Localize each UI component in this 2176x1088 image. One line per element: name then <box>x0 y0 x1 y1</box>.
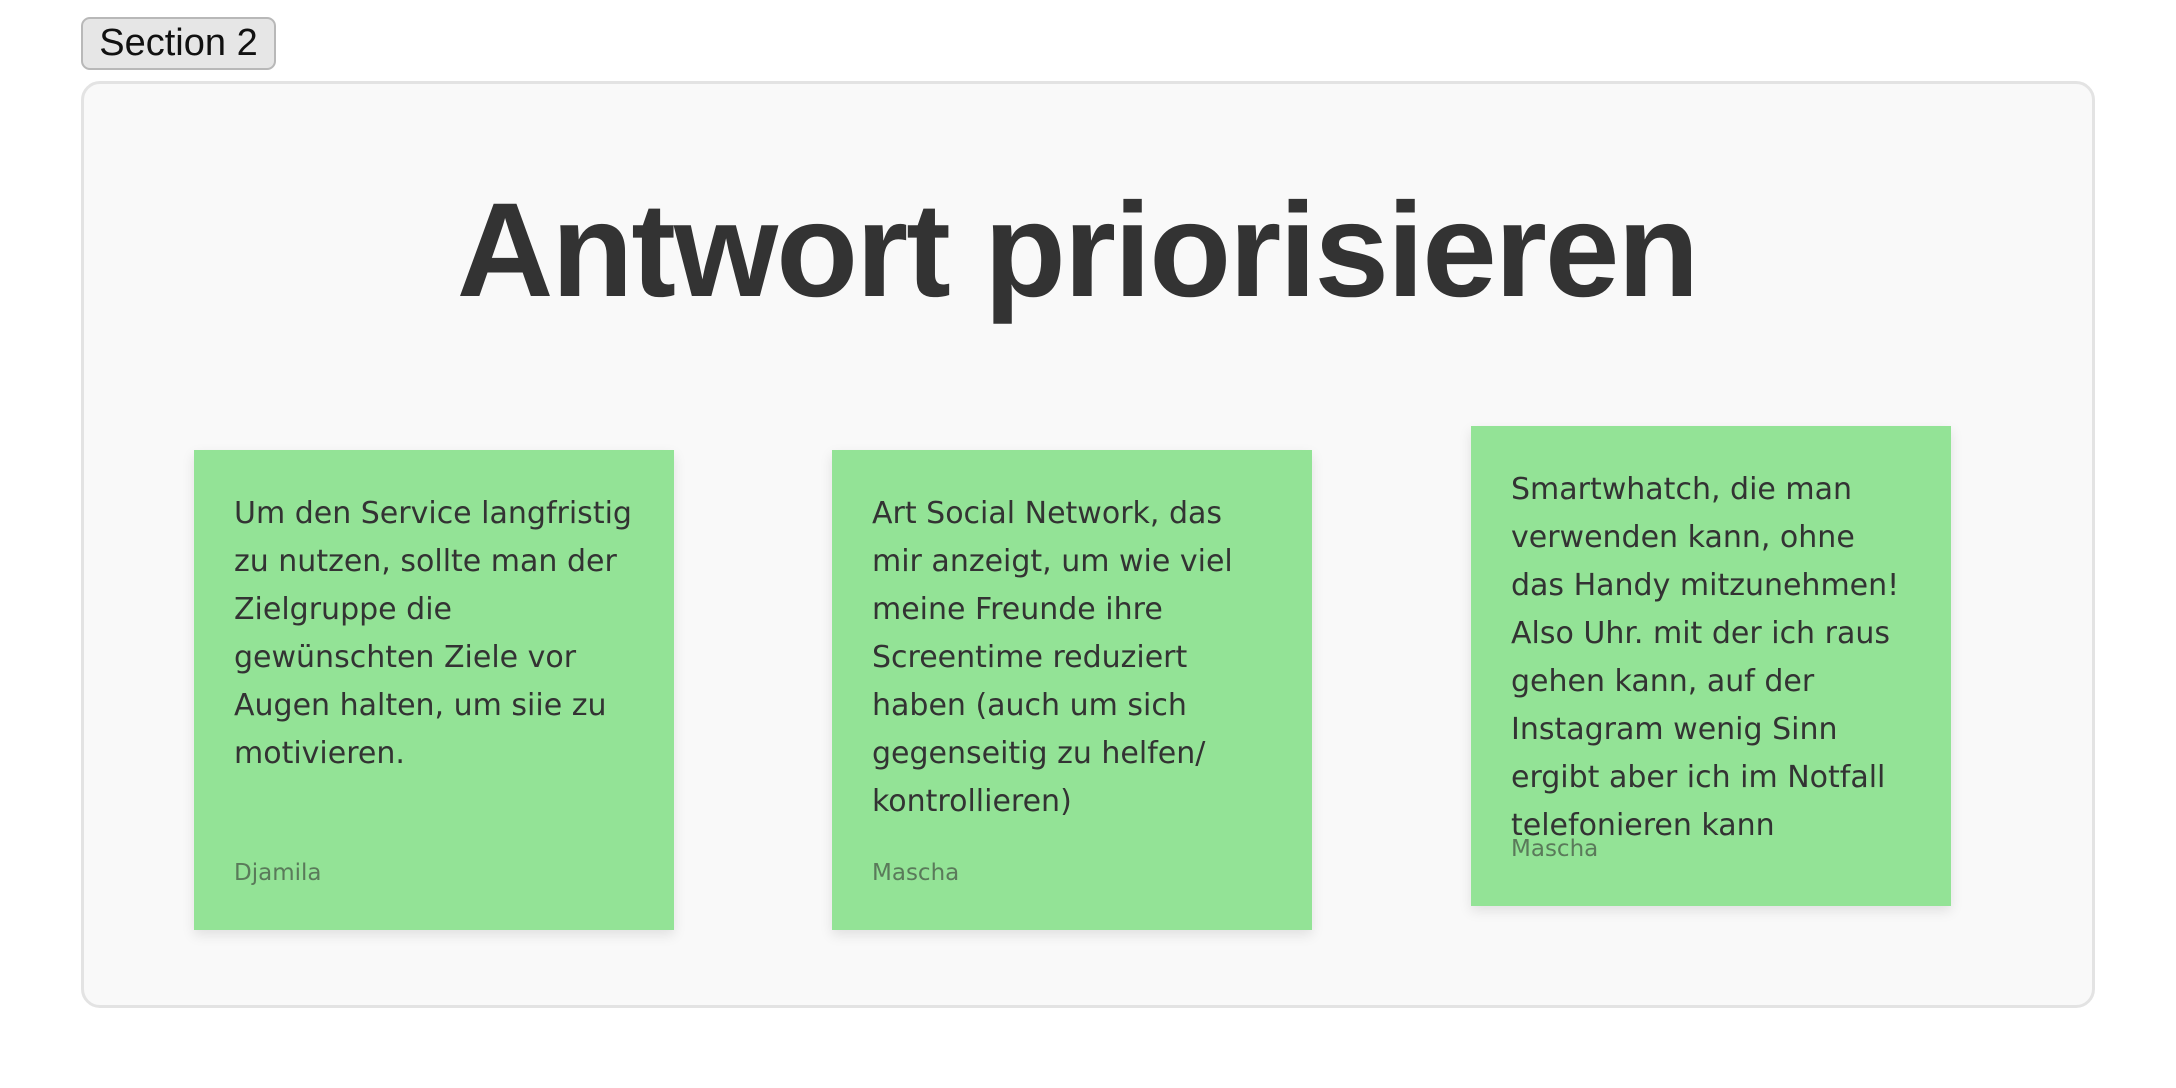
sticky-note[interactable]: Art Social Network, das mir anzeigt, um … <box>832 450 1312 930</box>
sticky-note-author: Djamila <box>234 860 322 886</box>
sticky-note-author: Mascha <box>872 860 960 886</box>
sticky-note[interactable]: Um den Service langfristig zu nutzen, so… <box>194 450 674 930</box>
sticky-note-text: Um den Service langfristig zu nutzen, so… <box>234 496 632 771</box>
sticky-note-text: Smartwhatch, die man verwenden kann, ohn… <box>1511 472 1900 843</box>
board-title: Antwort priorisieren <box>456 176 1700 325</box>
sticky-note[interactable]: Smartwhatch, die man verwenden kann, ohn… <box>1471 426 1951 906</box>
section-tab[interactable]: Section 2 <box>81 17 276 70</box>
sticky-note-text: Art Social Network, das mir anzeigt, um … <box>872 496 1233 819</box>
sticky-note-author: Mascha <box>1511 836 1599 862</box>
